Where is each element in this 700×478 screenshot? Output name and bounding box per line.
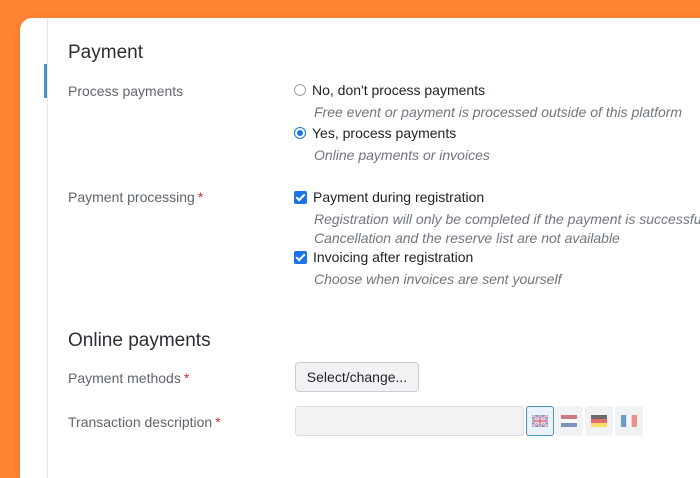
payment-methods-label: Payment methods *: [68, 370, 189, 386]
flag-nl-icon: [561, 415, 577, 427]
language-button-fr[interactable]: [615, 406, 643, 436]
radio-button-checked[interactable]: [294, 127, 306, 139]
checkbox-option-description-line: Cancellation and the reserve list are no…: [314, 230, 620, 246]
payment-heading: Payment: [68, 42, 143, 63]
transaction-description-input[interactable]: [295, 406, 524, 436]
checkbox-option-title: Invoicing after registration: [313, 249, 474, 265]
flag-de-icon: [591, 415, 607, 427]
select-payment-methods-button[interactable]: Select/change...: [295, 362, 419, 392]
checkbox-option-description-line: Registration will only be completed if t…: [314, 211, 700, 227]
checkbox-checked[interactable]: [294, 250, 307, 264]
required-marker: *: [197, 189, 204, 205]
radio-option-description: Free event or payment is processed outsi…: [314, 104, 683, 120]
process-payments-label: Process payments: [68, 83, 184, 99]
transaction-description-label-text: Transaction description: [68, 414, 213, 430]
checkbox-option-payment-during-registration[interactable]: Payment during registration Registration…: [294, 189, 700, 248]
checkbox-option-description: Registration will only be completed if t…: [314, 210, 700, 248]
payment-processing-label: Payment processing *: [68, 189, 203, 205]
radio-option-title: No, don't process payments: [312, 82, 486, 98]
payment-methods-label-text: Payment methods: [68, 370, 181, 386]
settings-card: Payment Process payments No, don't proce…: [20, 18, 700, 478]
checkbox-option-title: Payment during registration: [313, 189, 485, 205]
transaction-description-label: Transaction description *: [68, 414, 221, 430]
radio-option-title: Yes, process payments: [312, 125, 457, 141]
radio-option-description: Online payments or invoices: [314, 147, 490, 163]
flag-uk-icon: [532, 415, 548, 427]
active-section-marker: [44, 64, 47, 98]
radio-option-process-payments[interactable]: Yes, process payments Online payments or…: [294, 125, 490, 165]
checkbox-checked[interactable]: [294, 190, 307, 204]
required-marker: *: [215, 414, 221, 430]
required-marker: *: [183, 370, 190, 386]
checkbox-option-description: Choose when invoices are sent yourself: [314, 271, 562, 287]
language-button-en[interactable]: [526, 406, 554, 436]
payment-processing-label-text: Payment processing: [68, 189, 195, 205]
radio-option-no-payments[interactable]: No, don't process payments Free event or…: [294, 82, 682, 122]
radio-button-unchecked[interactable]: [294, 84, 306, 96]
language-button-nl[interactable]: [555, 406, 583, 436]
language-button-de[interactable]: [585, 406, 613, 436]
checkbox-option-invoicing-after-registration[interactable]: Invoicing after registration Choose when…: [294, 249, 561, 289]
online-payments-heading: Online payments: [68, 330, 211, 351]
flag-fr-icon: [621, 415, 637, 427]
section-divider-line: [47, 18, 48, 478]
